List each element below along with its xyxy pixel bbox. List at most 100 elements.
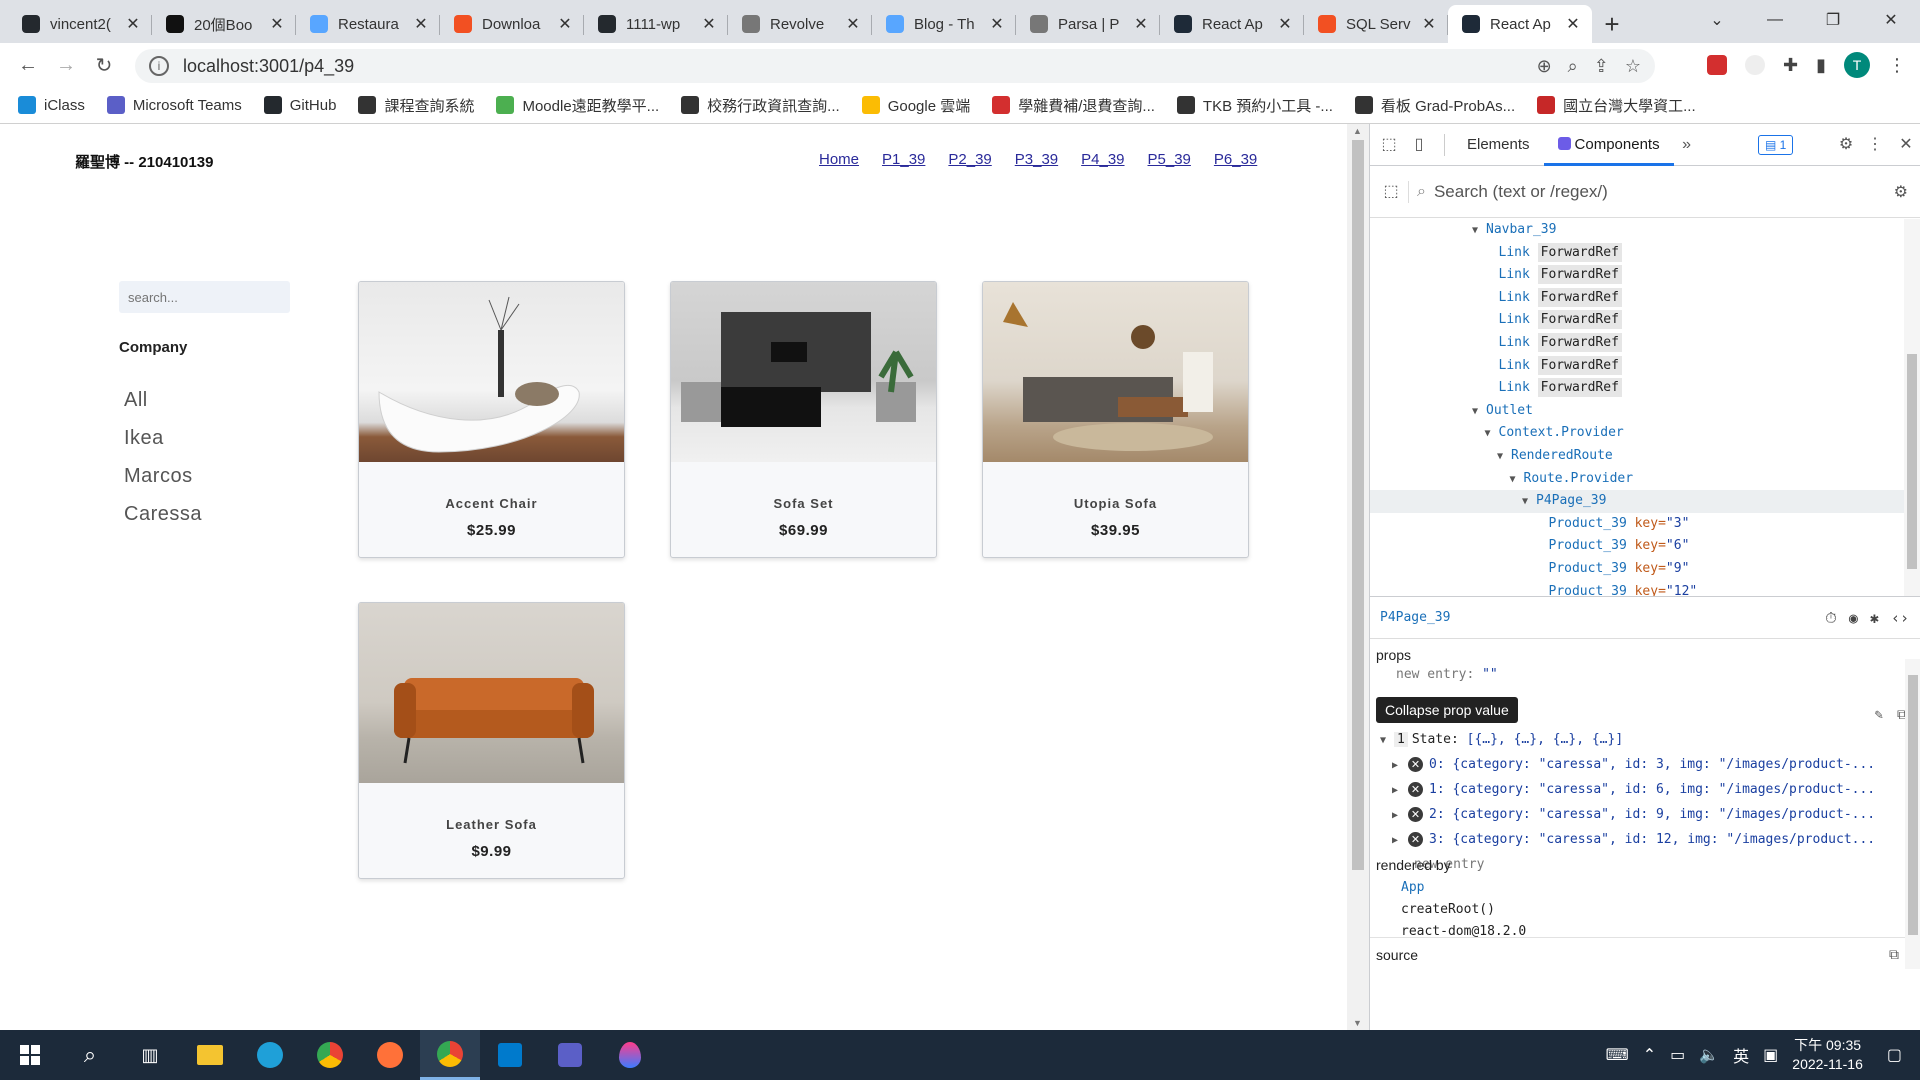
close-tab-icon[interactable]: ✕	[1564, 14, 1582, 34]
expand-arrow-icon[interactable]: ▼	[1485, 423, 1499, 446]
bookmark-item[interactable]: TKB 預約小工具 -...	[1176, 95, 1333, 116]
tree-node[interactable]: Link ForwardRef	[1370, 264, 1905, 287]
bookmark-item[interactable]: 國立台灣大學資工...	[1537, 95, 1696, 116]
nav-link-p2_39[interactable]: P2_39	[948, 151, 991, 168]
bookmark-star-icon[interactable]: ☆	[1625, 56, 1641, 77]
browser-tab[interactable]: 1111-wp ✕	[584, 5, 728, 43]
close-devtools-icon[interactable]: ✕	[1897, 136, 1915, 154]
keyboard-icon[interactable]: ⌨	[1606, 1045, 1629, 1065]
delete-entry-icon[interactable]: ✕	[1408, 757, 1423, 772]
restore-button[interactable]: ❐	[1804, 0, 1862, 40]
tree-node[interactable]: Product_39 key="6"	[1370, 535, 1905, 558]
category-item-marcos[interactable]: Marcos	[124, 457, 202, 495]
site-info-icon[interactable]: i	[149, 56, 169, 76]
nav-link-home[interactable]: Home	[819, 151, 859, 168]
state-item-row[interactable]: ▶ ✕ 3: {category: "caressa", id: 12, img: …	[1380, 827, 1875, 852]
firefox-icon[interactable]	[360, 1030, 420, 1080]
minimize-button[interactable]: —	[1746, 0, 1804, 40]
tree-node[interactable]: ▼ Navbar_39	[1370, 219, 1905, 242]
back-button[interactable]: ←	[10, 47, 46, 83]
close-tab-icon[interactable]: ✕	[412, 14, 430, 34]
paint-app-icon[interactable]	[600, 1030, 660, 1080]
chrome-icon[interactable]	[300, 1030, 360, 1080]
close-tab-icon[interactable]: ✕	[844, 14, 862, 34]
devtools-menu-icon[interactable]: ⋮	[1866, 136, 1884, 154]
log-bug-icon[interactable]: ✱	[1870, 609, 1879, 627]
tree-node[interactable]: Link ForwardRef	[1370, 377, 1905, 400]
new-tab-button[interactable]: +	[1592, 5, 1632, 43]
close-tab-icon[interactable]: ✕	[556, 14, 574, 34]
scrollbar-thumb[interactable]	[1352, 140, 1364, 870]
reload-button[interactable]: ↻	[86, 47, 122, 83]
close-tab-icon[interactable]: ✕	[1132, 14, 1150, 34]
tab-components[interactable]: Components	[1543, 124, 1674, 166]
notifications-icon[interactable]: ▢	[1887, 1045, 1902, 1065]
teams-icon[interactable]	[540, 1030, 600, 1080]
tree-node[interactable]: ▼ RenderedRoute	[1370, 445, 1905, 468]
browser-tab[interactable]: vincent2(✕	[8, 5, 152, 43]
nav-link-p3_39[interactable]: P3_39	[1015, 151, 1058, 168]
select-element-icon[interactable]: ⬚	[1382, 183, 1400, 201]
delete-entry-icon[interactable]: ✕	[1408, 782, 1423, 797]
page-scrollbar[interactable]: ▲ ▼	[1347, 124, 1369, 1030]
inspect-element-icon[interactable]: ⬚	[1380, 136, 1398, 154]
browser-tab[interactable]: SQL Serv ✕	[1304, 5, 1448, 43]
state-item-row[interactable]: ▶ ✕ 1: {category: "caressa", id: 6, img: "…	[1380, 777, 1875, 802]
browser-tab[interactable]: 20個Boo ✕	[152, 5, 296, 43]
product-card[interactable]: Accent Chair $25.99	[358, 281, 625, 558]
tree-scrollbar[interactable]	[1904, 219, 1920, 596]
clock[interactable]: 下午 09:35 2022-11-16	[1792, 1036, 1863, 1074]
browser-tab[interactable]: Restaura ✕	[296, 5, 440, 43]
state-item-row[interactable]: ▶ ✕ 2: {category: "caressa", id: 9, img: "…	[1380, 802, 1875, 827]
close-window-button[interactable]: ✕	[1862, 0, 1920, 40]
bookmark-item[interactable]: Microsoft Teams	[106, 96, 242, 114]
edge-icon[interactable]	[240, 1030, 300, 1080]
tree-node[interactable]: Link ForwardRef	[1370, 355, 1905, 378]
share-icon[interactable]: ⇪	[1594, 56, 1609, 77]
collapse-arrow-icon[interactable]: ▼	[1380, 728, 1394, 753]
bookmark-item[interactable]: 校務行政資訊查詢...	[681, 95, 840, 116]
browser-tab[interactable]: Revolve ✕	[728, 5, 872, 43]
delete-entry-icon[interactable]: ✕	[1408, 807, 1423, 822]
expand-arrow-icon[interactable]: ▶	[1392, 828, 1406, 853]
nav-link-p5_39[interactable]: P5_39	[1148, 151, 1191, 168]
inspector-scrollbar[interactable]	[1905, 659, 1920, 969]
component-search-input[interactable]: Search (text or /regex/)	[1434, 182, 1608, 202]
volume-icon[interactable]: 🔈	[1699, 1045, 1719, 1065]
expand-arrow-icon[interactable]: ▼	[1472, 401, 1486, 424]
expand-arrow-icon[interactable]: ▼	[1497, 446, 1511, 469]
expand-arrow-icon[interactable]: ▼	[1472, 220, 1486, 243]
tab-search-icon[interactable]: ⌄	[1688, 0, 1746, 40]
tree-scrollbar-thumb[interactable]	[1907, 354, 1917, 569]
product-card[interactable]: Leather Sofa $9.99	[358, 602, 625, 879]
props-new-entry[interactable]: new entry: ""	[1396, 667, 1498, 682]
browser-tab[interactable]: Downloa ✕	[440, 5, 584, 43]
browser-tab[interactable]: Parsa | P ✕	[1016, 5, 1160, 43]
suspend-timer-icon[interactable]: ⏱	[1825, 609, 1837, 627]
product-card[interactable]: Utopia Sofa $39.95	[982, 281, 1249, 558]
tab-elements[interactable]: Elements	[1453, 124, 1544, 166]
tree-node[interactable]: ▼ Route.Provider	[1370, 468, 1905, 491]
expand-arrow-icon[interactable]: ▶	[1392, 778, 1406, 803]
issues-badge[interactable]: ▤ 1	[1758, 135, 1794, 155]
bookmark-item[interactable]: Moodle遠距教學平...	[496, 95, 659, 116]
parse-hooks-wand-icon[interactable]: ✎	[1875, 707, 1883, 723]
rendered-by-item[interactable]: App	[1401, 877, 1526, 899]
chrome-active-icon[interactable]	[420, 1030, 480, 1080]
bookmark-item[interactable]: iClass	[18, 96, 85, 114]
profile-avatar[interactable]: T	[1844, 52, 1870, 78]
nav-link-p6_39[interactable]: P6_39	[1214, 151, 1257, 168]
extensions-puzzle-icon[interactable]: ✚	[1783, 55, 1798, 76]
close-tab-icon[interactable]: ✕	[700, 14, 718, 34]
scroll-down-icon[interactable]: ▼	[1353, 1018, 1362, 1028]
network-icon[interactable]: ▭	[1670, 1045, 1685, 1065]
product-card[interactable]: Sofa Set $69.99	[670, 281, 937, 558]
tree-node[interactable]: ▼ P4Page_39	[1370, 490, 1905, 513]
scroll-up-icon[interactable]: ▲	[1353, 126, 1362, 136]
view-source-icon[interactable]: ‹›	[1891, 609, 1909, 627]
file-explorer-icon[interactable]	[180, 1030, 240, 1080]
inspect-dom-eye-icon[interactable]: ◉	[1849, 609, 1858, 627]
close-tab-icon[interactable]: ✕	[124, 14, 142, 34]
bookmark-item[interactable]: Google 雲端	[861, 95, 970, 116]
tree-node[interactable]: ▼ Context.Provider	[1370, 422, 1905, 445]
